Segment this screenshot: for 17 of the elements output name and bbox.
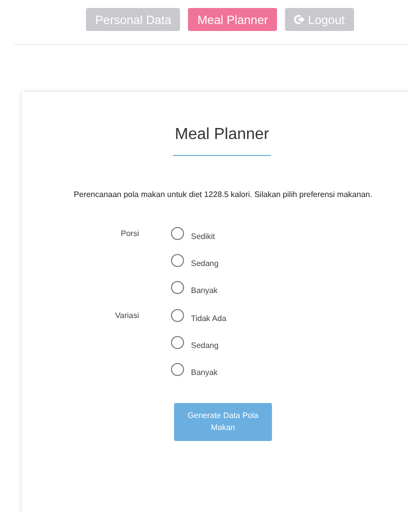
option-label[interactable]: Banyak xyxy=(191,368,218,377)
option-label[interactable]: Sedang xyxy=(191,259,219,268)
radio-button[interactable] xyxy=(171,227,184,240)
radio-button[interactable] xyxy=(171,309,184,322)
option-label[interactable]: Banyak xyxy=(191,286,218,295)
radio-button[interactable] xyxy=(171,281,184,294)
option-label[interactable]: Sedikit xyxy=(191,232,216,241)
option-label[interactable]: Sedang xyxy=(191,341,219,350)
radio-button[interactable] xyxy=(171,363,184,376)
logout-icon xyxy=(294,14,306,25)
page-title: Meal Planner xyxy=(174,126,270,144)
option-label[interactable]: Tidak Ada xyxy=(191,314,226,323)
description-text: Perencanaan pola makan untuk diet 1228.5 kalori. Silakan pilih preferensi makanan. xyxy=(74,190,372,199)
group-label: Variasi xyxy=(114,310,139,322)
group-label: Porsi xyxy=(120,228,139,240)
radio-button[interactable] xyxy=(171,336,184,349)
radio-button[interactable] xyxy=(171,254,184,267)
